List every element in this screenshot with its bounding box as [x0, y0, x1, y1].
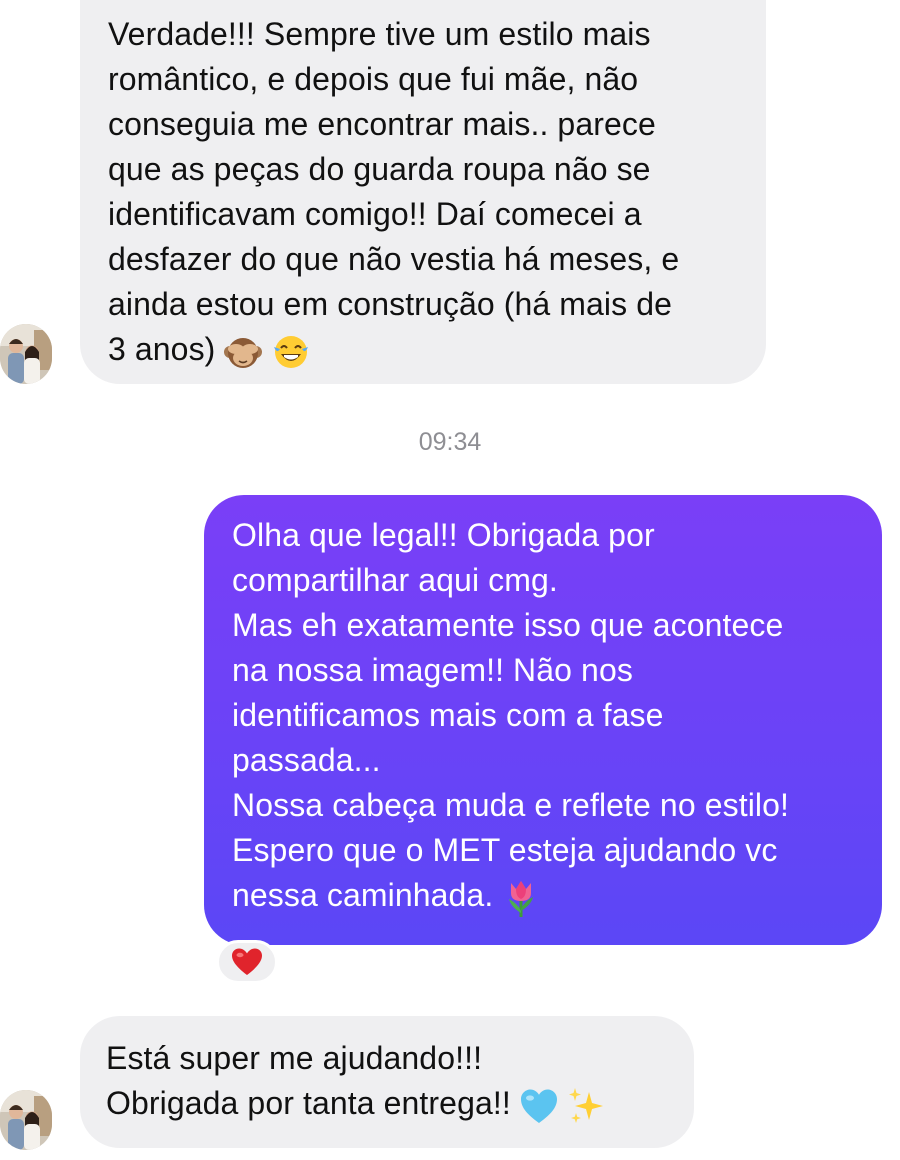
message-line: Nossa cabeça muda e reflete no estilo! [232, 787, 790, 823]
tears-of-joy-icon [274, 335, 309, 368]
message-line: ainda estou em construção (há mais de [108, 286, 673, 322]
tulip-icon [509, 880, 534, 917]
red-heart-icon [232, 948, 262, 975]
message-line-with-emoji: nessa caminhada. [232, 873, 862, 919]
message-line: romântico, e depois que fui mãe, não [108, 61, 639, 97]
message-line: compartilhar aqui cmg. [232, 562, 558, 598]
message-line: nessa caminhada. [232, 877, 494, 913]
message-line: na nossa imagem!! Não nos [232, 652, 633, 688]
avatar-photo-icon [0, 324, 52, 384]
message-line: Está super me ajudando!!! [106, 1040, 483, 1076]
avatar-photo-icon [0, 1090, 52, 1150]
message-line: Olha que legal!! Obrigada por [232, 517, 655, 553]
contact-avatar[interactable] [0, 324, 52, 384]
message-line: desfazer do que não vestia há meses, e [108, 241, 680, 277]
message-line: Verdade!!! Sempre tive um estilo mais [108, 16, 651, 52]
message-line: identificamos mais com a fase [232, 697, 664, 733]
message-line-with-emoji: 3 anos) [108, 327, 738, 372]
contact-avatar[interactable] [0, 1090, 52, 1150]
message-line: passada... [232, 742, 381, 778]
message-line: conseguia me encontrar mais.. parece [108, 106, 656, 142]
incoming-message-bubble[interactable]: Verdade!!! Sempre tive um estilo mais ro… [80, 0, 766, 384]
outgoing-message-bubble[interactable]: Olha que legal!! Obrigada por compartilh… [204, 495, 882, 945]
message-timestamp: 09:34 [418, 428, 482, 456]
message-line: Obrigada por tanta entrega!! [106, 1085, 511, 1121]
see-no-evil-monkey-icon [224, 337, 263, 368]
message-line-with-emoji: Obrigada por tanta entrega!! [106, 1081, 668, 1126]
message-line: Espero que o MET esteja ajudando vc [232, 832, 778, 868]
message-line: que as peças do guarda roupa não se [108, 151, 651, 187]
incoming-message-bubble[interactable]: Está super me ajudando!!! Obrigada por t… [80, 1016, 694, 1148]
message-line: Mas eh exatamente isso que acontece [232, 607, 784, 643]
message-line: 3 anos) [108, 331, 216, 367]
sparkles-icon [568, 1087, 603, 1123]
message-reaction[interactable] [216, 940, 278, 984]
message-line: identificavam comigo!! Daí comecei a [108, 196, 642, 232]
blue-heart-icon [520, 1089, 557, 1123]
